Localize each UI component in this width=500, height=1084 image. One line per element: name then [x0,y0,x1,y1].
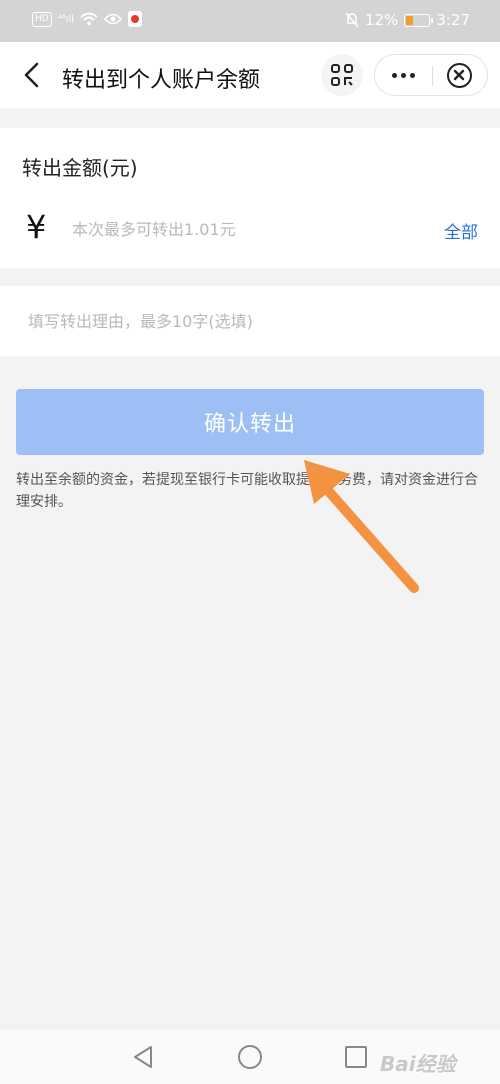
more-dot-icon [410,72,415,78]
close-mini-program-button[interactable] [447,63,472,88]
mini-program-capsule [374,54,488,96]
eye-icon [104,13,123,25]
baidu-jingyan-watermark: Bai经验 [380,1052,456,1076]
status-left-icons: HD ⁴⁶ıll [32,11,143,27]
battery-percent: 12% [364,11,399,29]
battery-level-fill [406,15,414,25]
transfer-reason-card [0,286,500,356]
battery-icon [404,13,434,27]
mute-bell-icon [345,12,359,28]
more-button[interactable] [375,55,432,95]
back-arrow-icon[interactable] [18,60,46,90]
annotation-arrow-icon [304,460,419,593]
system-nav-bar: Bai经验 [0,1030,500,1084]
page-title: 转出到个人账户余额 [62,68,261,93]
map-pin-notification-icon [128,11,143,27]
reason-input[interactable] [28,308,468,334]
nav-recent-square-icon[interactable] [345,1046,367,1068]
nav-home-circle-icon[interactable] [238,1045,262,1069]
more-dot-icon [401,72,406,78]
nav-bar: 转出到个人账户余额 [0,42,500,108]
status-bar: HD ⁴⁶ıll 12% 3:27 [0,0,500,42]
signal-icon: ⁴⁶ıll [57,13,75,25]
currency-symbol: ¥ [26,208,47,246]
amount-label: 转出金额(元) [22,156,138,180]
more-dot-icon [392,72,397,78]
close-icon [453,69,465,81]
scan-code-icon [331,64,353,86]
transfer-all-link[interactable]: 全部 [444,218,478,243]
status-right-icons: 12% 3:27 [345,11,470,29]
transfer-amount-card: 转出金额(元) ¥ 全部 [0,128,500,268]
confirm-transfer-button[interactable]: 确认转出 [16,389,484,455]
nav-back-triangle-icon[interactable] [131,1044,155,1070]
wifi-icon [80,12,98,26]
hd-badge: HD [32,11,52,27]
amount-input[interactable] [72,216,412,242]
clock: 3:27 [436,11,470,29]
capsule-divider [432,66,433,86]
scan-code-button[interactable] [321,54,363,96]
